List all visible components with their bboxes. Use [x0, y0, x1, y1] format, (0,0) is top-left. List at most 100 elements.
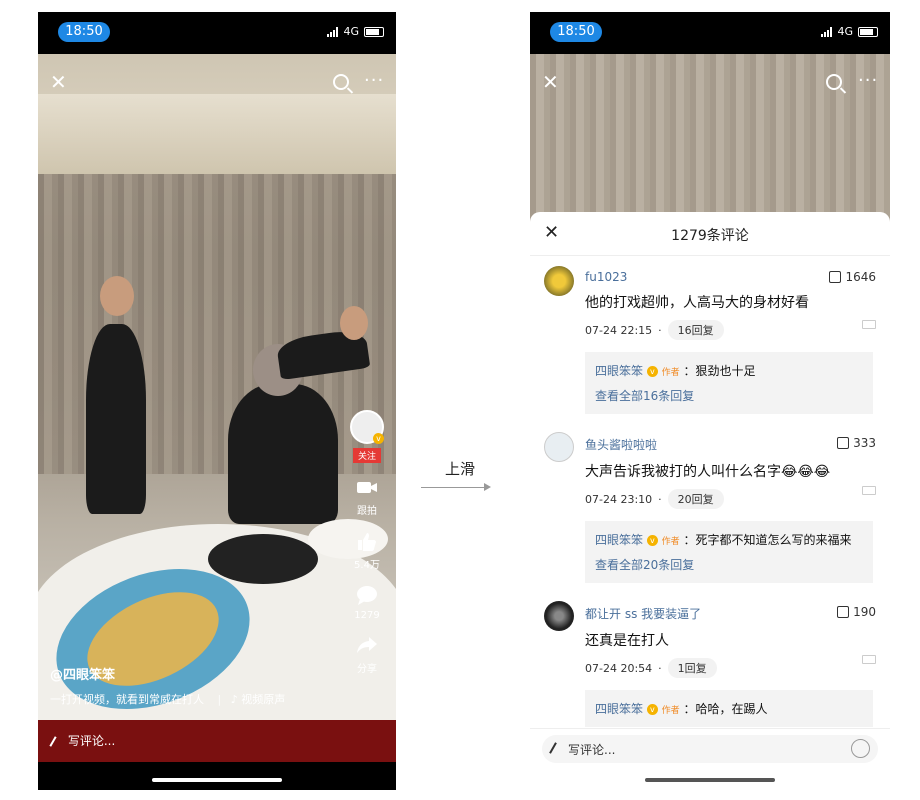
more-icon[interactable]: ···	[858, 70, 878, 91]
reply-button[interactable]: 1回复	[667, 658, 717, 678]
comment-action[interactable]: 1279	[346, 585, 388, 621]
status-indicators: 4G	[327, 25, 384, 38]
video-caption: @四眼笨笨 一打开视频，就看到常威在打人 | ♪ 视频原声	[50, 664, 285, 707]
reply-author: 四眼笨笨	[595, 702, 644, 716]
person-seated	[228, 384, 338, 524]
share-action[interactable]: 分享	[346, 635, 388, 675]
author-tag: 作者	[661, 368, 680, 378]
comment-username[interactable]: 鱼头酱啦啦啦	[585, 428, 876, 453]
like-action[interactable]: 5.4万	[346, 531, 388, 571]
reply-text: ：哈哈，在踢人	[683, 702, 768, 716]
thumbs-up-icon	[837, 437, 850, 449]
arrow-right-icon	[484, 483, 491, 491]
avatar[interactable]	[544, 601, 574, 631]
follow-button[interactable]: 关注	[352, 448, 381, 463]
thumbs-up-icon	[829, 271, 842, 283]
comment-text: 他的打戏超帅，人高马大的身材好看	[585, 295, 809, 311]
reply-button[interactable]: 20回复	[667, 489, 724, 509]
person-left-head	[100, 276, 134, 316]
video-top-bar: ✕ ···	[38, 70, 396, 100]
search-icon[interactable]	[826, 74, 842, 90]
avatar[interactable]	[544, 432, 574, 462]
author-tag: 作者	[661, 706, 680, 716]
comment-item: 鱼头酱啦啦啦 333 大声告诉我被打的人叫什么名字😂😂😂 07-24 23:10…	[530, 428, 890, 583]
comment-sheet-header: ✕ 1279条评论	[530, 212, 890, 256]
comment-input[interactable]: 写评论...	[542, 735, 878, 763]
author-tag: 作者	[661, 537, 680, 547]
comment-time: 07-24 22:15	[585, 323, 653, 337]
reply-preview[interactable]: 四眼笨笨 v 作者 ：死字都不知道怎么写的来福来 查看全部20条回复	[585, 521, 873, 583]
author-avatar[interactable]: v	[350, 410, 384, 444]
reply-preview[interactable]: 四眼笨笨 v 作者 ：狠劲也十足 查看全部16条回复	[585, 352, 873, 414]
comment-count: 1279	[354, 610, 380, 621]
comment-item: 都让开 ss 我要装逼了 190 还真是在打人 07-24 20:54 · 1回复…	[530, 597, 890, 727]
share-icon	[357, 637, 377, 653]
like-count: 1646	[845, 270, 876, 284]
plate-dark	[208, 534, 318, 584]
like-count: 190	[853, 605, 876, 619]
comment-like[interactable]: 190	[837, 605, 876, 619]
emoji-icon[interactable]	[851, 739, 870, 758]
network-label: 4G	[837, 25, 853, 38]
comment-input-bar: 写评论...	[530, 728, 890, 768]
ceiling	[38, 94, 396, 174]
report-icon[interactable]	[862, 320, 876, 329]
comment-icon	[357, 586, 377, 605]
reply-text: ：死字都不知道怎么写的来福来	[683, 533, 852, 547]
comment-placeholder: 写评论...	[568, 743, 616, 757]
comment-time: 07-24 20:54	[585, 661, 653, 675]
more-icon[interactable]: ···	[364, 70, 384, 91]
video-top-bar: ✕ ···	[530, 70, 890, 100]
network-label: 4G	[343, 25, 359, 38]
camera-action[interactable]: 跟拍	[346, 477, 388, 517]
video-frame[interactable]	[38, 54, 396, 720]
close-icon[interactable]: ✕	[542, 70, 559, 94]
comment-meta: 07-24 20:54 · 1回复	[585, 658, 876, 678]
home-indicator	[645, 778, 775, 782]
status-bar: 18:50 4G	[38, 12, 396, 54]
search-icon[interactable]	[333, 74, 349, 90]
music-label[interactable]: ♪ 视频原声	[231, 693, 286, 706]
camera-icon	[357, 482, 377, 493]
comment-count-title: 1279条评论	[671, 228, 749, 244]
comment-text: 大声告诉我被打的人叫什么名字😂😂😂	[585, 464, 831, 480]
home-indicator	[152, 778, 282, 782]
person-right-head	[340, 306, 368, 340]
author-handle[interactable]: @四眼笨笨	[50, 664, 285, 683]
video-description: 一打开视频，就看到常威在打人 | ♪ 视频原声	[50, 693, 286, 706]
report-icon[interactable]	[862, 655, 876, 664]
status-time: 18:50	[550, 22, 602, 42]
close-icon[interactable]: ✕	[50, 70, 67, 94]
view-all-replies[interactable]: 查看全部16条回复	[595, 387, 863, 404]
verified-icon: v	[646, 704, 658, 715]
like-count: 333	[853, 436, 876, 450]
reply-author: 四眼笨笨	[595, 364, 644, 378]
reply-button[interactable]: 16回复	[667, 320, 724, 340]
signal-icon	[821, 26, 833, 37]
avatar[interactable]	[544, 266, 574, 296]
report-icon[interactable]	[862, 486, 876, 495]
comment-input-bar[interactable]: 写评论...	[38, 720, 396, 762]
person-left	[86, 324, 146, 514]
status-indicators: 4G	[821, 25, 878, 38]
verified-icon: v	[646, 535, 658, 546]
comments-screen: 18:50 4G ✕ ··· ✕ 1279条评论 fu1023 1646 他的打…	[530, 12, 890, 790]
comment-username[interactable]: 都让开 ss 我要装逼了	[585, 597, 876, 622]
reply-text: ：狠劲也十足	[683, 364, 756, 378]
share-label: 分享	[357, 664, 377, 675]
comment-like[interactable]: 333	[837, 436, 876, 450]
view-all-replies[interactable]: 查看全部20条回复	[595, 556, 863, 573]
like-count: 5.4万	[354, 560, 380, 571]
battery-icon	[858, 26, 878, 37]
signal-icon	[327, 26, 339, 37]
pen-icon	[49, 736, 57, 747]
transition-label: 上滑	[445, 460, 476, 478]
camera-label: 跟拍	[357, 506, 377, 517]
comment-meta: 07-24 23:10 · 20回复	[585, 489, 876, 509]
reply-preview[interactable]: 四眼笨笨 v 作者 ：哈哈，在踢人	[585, 690, 873, 727]
comment-like[interactable]: 1646	[829, 270, 876, 284]
comment-placeholder: 写评论...	[67, 734, 116, 748]
heart-icon	[358, 533, 376, 551]
status-bar: 18:50 4G	[530, 12, 890, 54]
thumbs-up-icon	[837, 606, 850, 618]
